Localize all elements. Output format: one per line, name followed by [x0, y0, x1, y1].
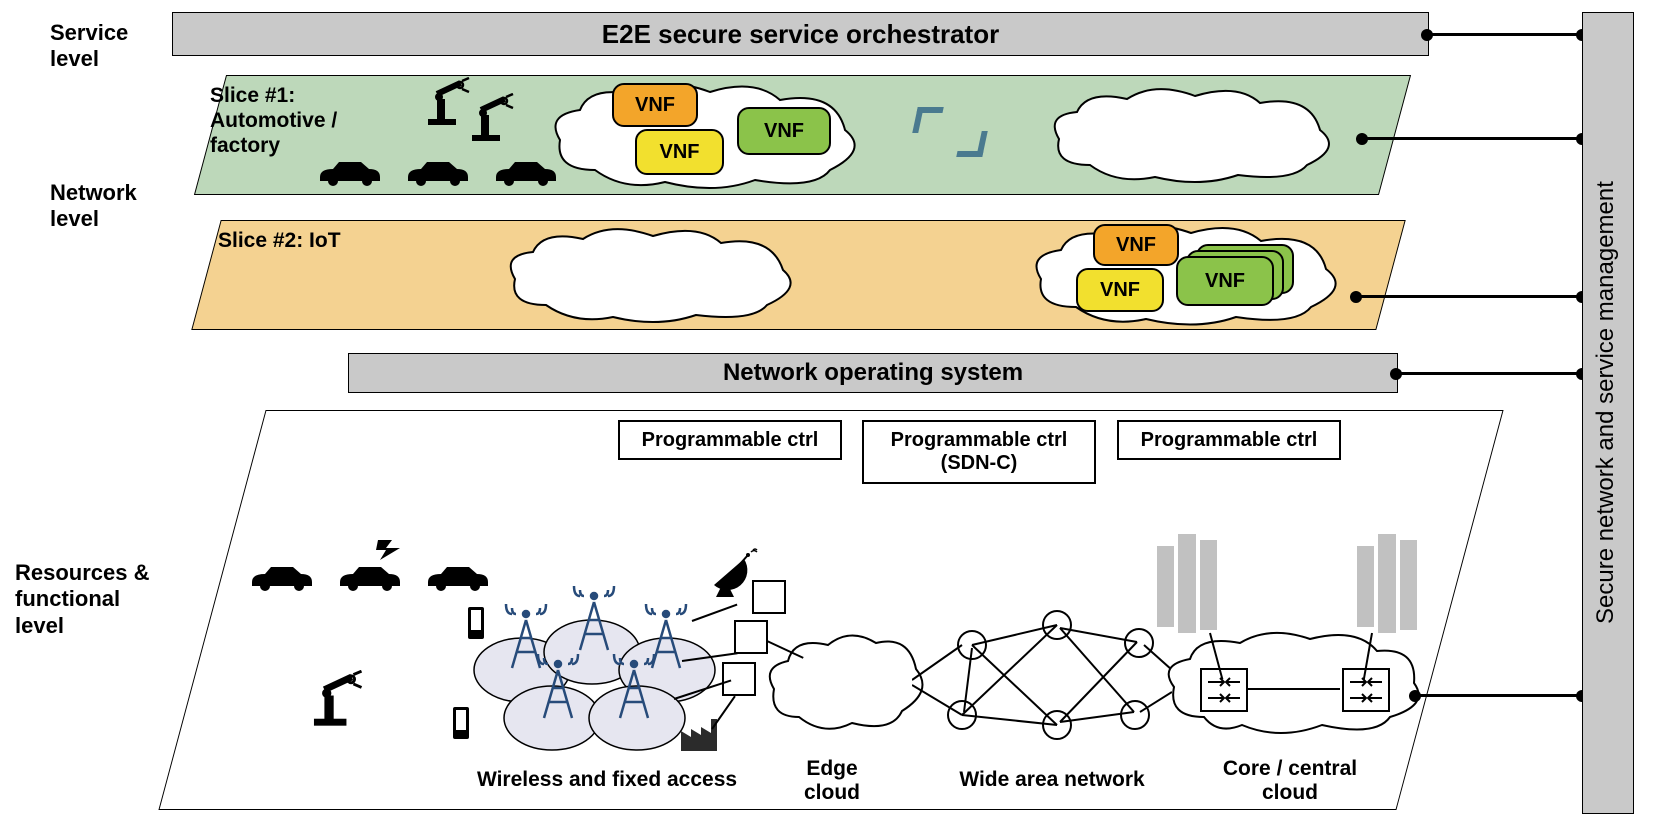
car-icon	[423, 562, 493, 592]
wan-mesh	[912, 600, 1172, 750]
vnf-label: VNF	[764, 120, 804, 143]
cloud-icon	[501, 225, 801, 325]
ctrl-label: Programmable ctrl	[1141, 429, 1318, 452]
link-line	[1246, 688, 1340, 690]
car-icon	[247, 562, 317, 592]
nos-bar-label: Network operating system	[723, 359, 1023, 387]
orchestrator-bar-label: E2E secure service orchestrator	[602, 19, 999, 50]
cloud-icon	[1045, 85, 1340, 185]
switch-icon	[1342, 668, 1390, 712]
vnf-label: VNF	[660, 141, 700, 164]
label-service-level: Service level	[50, 20, 128, 73]
cell-tower-icon	[610, 650, 658, 725]
ctrl-label: Programmable ctrl	[642, 429, 819, 452]
connector-orchestrator	[1427, 33, 1582, 36]
satellite-dish-icon	[704, 545, 759, 605]
car-icon	[403, 157, 473, 187]
connector-slice2	[1356, 295, 1582, 298]
connector-slice1	[1362, 137, 1582, 140]
cell-tower-icon	[570, 582, 618, 657]
diagram-stage: Service level Network level Resources & …	[0, 0, 1675, 833]
datacenter-icon	[1357, 540, 1417, 630]
vnf-box: VNF	[1076, 268, 1164, 312]
vnf-box: VNF	[1176, 256, 1274, 306]
caption-core: Core / central cloud	[1190, 757, 1390, 805]
vnf-box: VNF	[635, 129, 724, 175]
factory-icon	[679, 717, 719, 753]
connector-resources	[1415, 694, 1582, 697]
ctrl-label: Programmable ctrl (SDN-C)	[891, 429, 1068, 475]
cell-tower-icon	[534, 650, 582, 725]
slice-1-panel: Slice #1: Automotive / factory	[210, 75, 1395, 195]
lightning-icon	[374, 538, 404, 562]
vnf-box: VNF	[1093, 224, 1179, 266]
vnf-label: VNF	[1116, 234, 1156, 257]
vnf-label: VNF	[1205, 270, 1245, 293]
slice-1-title: Slice #1: Automotive / factory	[210, 83, 337, 159]
programmable-ctrl-box-1: Programmable ctrl	[618, 420, 842, 460]
vnf-label: VNF	[635, 94, 675, 117]
robot-arm-icon	[466, 93, 516, 148]
nos-bar: Network operating system	[348, 353, 1398, 393]
caption-wan: Wide area network	[932, 768, 1172, 792]
robot-arm-icon	[307, 670, 365, 733]
caption-access: Wireless and fixed access	[457, 768, 757, 792]
label-resources-level: Resources & functional level	[15, 560, 150, 639]
vnf-box: VNF	[737, 107, 831, 155]
vnf-label: VNF	[1100, 279, 1140, 302]
phone-icon	[465, 605, 487, 643]
resources-panel: Programmable ctrl Programmable ctrl (SDN…	[212, 410, 1450, 810]
secure-mgmt-label: Secure network and service management	[1592, 204, 1620, 624]
slice1-car-row	[315, 157, 561, 187]
edge-box	[734, 620, 768, 654]
orchestrator-bar: E2E secure service orchestrator	[172, 12, 1429, 56]
switch-icon	[1200, 668, 1248, 712]
edge-cloud-icon	[764, 625, 929, 745]
label-network-level: Network level	[50, 180, 137, 233]
phone-icon	[450, 705, 472, 743]
slice-2-panel: Slice #2: IoT VNF VNF VNF	[206, 220, 1391, 330]
crop-bracket-icon	[915, 107, 985, 157]
slice-2-title: Slice #2: IoT	[218, 228, 341, 253]
caption-edge: Edge cloud	[772, 757, 892, 805]
programmable-ctrl-box-3: Programmable ctrl	[1117, 420, 1341, 460]
connector-nos	[1396, 372, 1582, 375]
vnf-box: VNF	[612, 83, 698, 127]
car-icon	[335, 562, 405, 592]
edge-box	[752, 580, 786, 614]
datacenter-icon	[1157, 540, 1217, 630]
resources-car-row	[247, 562, 493, 592]
programmable-ctrl-box-2: Programmable ctrl (SDN-C)	[862, 420, 1096, 484]
edge-box	[722, 662, 756, 696]
robot-arm-icon	[422, 77, 472, 132]
car-icon	[315, 157, 385, 187]
